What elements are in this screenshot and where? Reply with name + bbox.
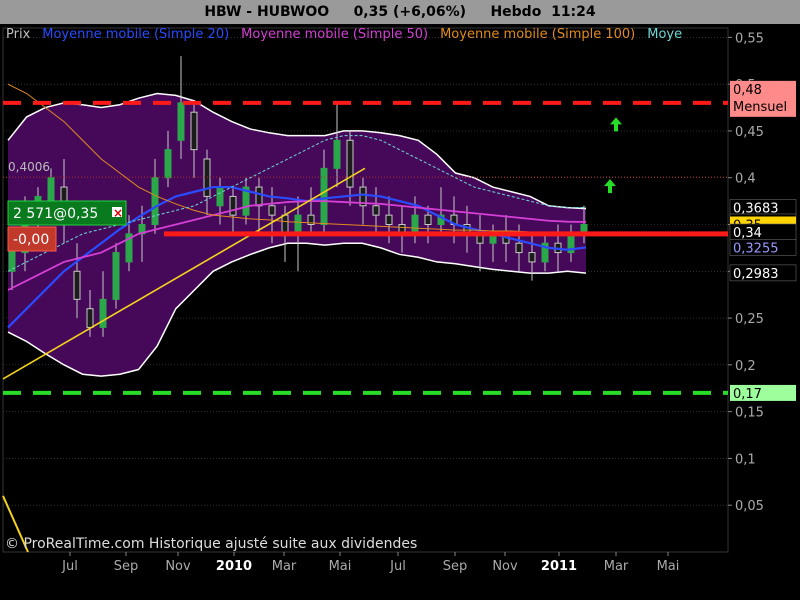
candle	[424, 214, 432, 225]
close-icon: ×	[113, 206, 123, 220]
y-tick-label: 0,2	[735, 359, 756, 374]
candle	[112, 252, 120, 300]
legend-item: Moyenne mobile (Simple 100)	[440, 27, 635, 42]
x-tick-label: Mai	[329, 559, 352, 574]
level-label: 0,4006	[8, 160, 50, 174]
candle	[294, 214, 302, 235]
x-tick-label: Mar	[604, 559, 629, 574]
legend-item: Moyenne mobile (Simple 20)	[42, 27, 229, 42]
candle	[164, 149, 172, 179]
x-tick-label: Nov	[492, 559, 518, 574]
y-tick-label: 0,15	[735, 406, 764, 421]
candle	[216, 186, 224, 207]
candle	[372, 205, 380, 216]
candle	[281, 214, 289, 235]
y-tick-label: 0,1	[735, 452, 756, 467]
candle	[177, 102, 185, 141]
copyright-note: © ProRealTime.com Historique ajusté suit…	[5, 536, 417, 552]
price-tag: 0,48	[733, 83, 762, 98]
candle	[333, 139, 341, 169]
x-tick-label: Sep	[443, 559, 468, 574]
candle	[203, 158, 211, 197]
legend-item: Moye	[647, 27, 682, 42]
price-tag: 0,2983	[733, 267, 779, 282]
price-tag-extra: Mensuel	[733, 100, 787, 115]
price-tag: 0,34	[733, 226, 762, 241]
up-arrow-icon	[604, 179, 616, 194]
y-tick-label: 0,05	[735, 499, 764, 514]
period-label: Hebdo	[490, 4, 542, 20]
chart-window: HBW - HUBWOO 0,35 (+6,06%) Hebdo 11:24 0…	[0, 0, 800, 600]
candle	[86, 308, 94, 328]
x-tick-label: Sep	[114, 559, 139, 574]
x-tick-label: Jul	[61, 559, 78, 574]
candle	[268, 205, 276, 216]
candle	[346, 139, 354, 188]
up-arrow-icon	[610, 117, 622, 132]
candle	[229, 195, 237, 216]
candle	[73, 270, 81, 300]
candle	[385, 214, 393, 225]
candle	[151, 177, 159, 225]
legend-item: Moyenne mobile (Simple 50)	[241, 27, 428, 42]
candle	[190, 111, 198, 151]
candle	[411, 214, 419, 235]
y-tick-label: 0,4	[735, 172, 756, 187]
chart-title-bar: HBW - HUBWOO 0,35 (+6,06%) Hebdo 11:24	[0, 0, 800, 24]
candle	[99, 298, 107, 328]
y-tick-label: 0,25	[735, 312, 764, 327]
x-tick-label: Mar	[272, 559, 297, 574]
candle	[255, 186, 263, 207]
price-chart[interactable]: 0,550,50,450,40,350,30,250,20,150,10,05J…	[0, 24, 800, 600]
price-change-label: 0,35 (+6,06%)	[353, 4, 467, 20]
x-tick-label: Nov	[165, 559, 191, 574]
cursor-box-label: 2 571@0,35	[13, 206, 98, 222]
x-tick-label: Jul	[389, 559, 406, 574]
x-tick-label: 2011	[541, 559, 577, 574]
legend-item: Prix	[6, 27, 31, 42]
time-label: 11:24	[551, 4, 596, 20]
pnl-box-label: -0,00	[13, 232, 49, 248]
price-tag: 0,3255	[733, 241, 779, 256]
candle	[528, 252, 536, 263]
candle	[515, 242, 523, 254]
x-tick-label: 2010	[216, 559, 252, 574]
x-tick-label: Mai	[657, 559, 680, 574]
price-tag: 0,17	[733, 387, 762, 402]
y-tick-label: 0,55	[735, 31, 764, 46]
symbol-label: HBW - HUBWOO	[204, 4, 330, 20]
y-tick-label: 0,45	[735, 125, 764, 140]
